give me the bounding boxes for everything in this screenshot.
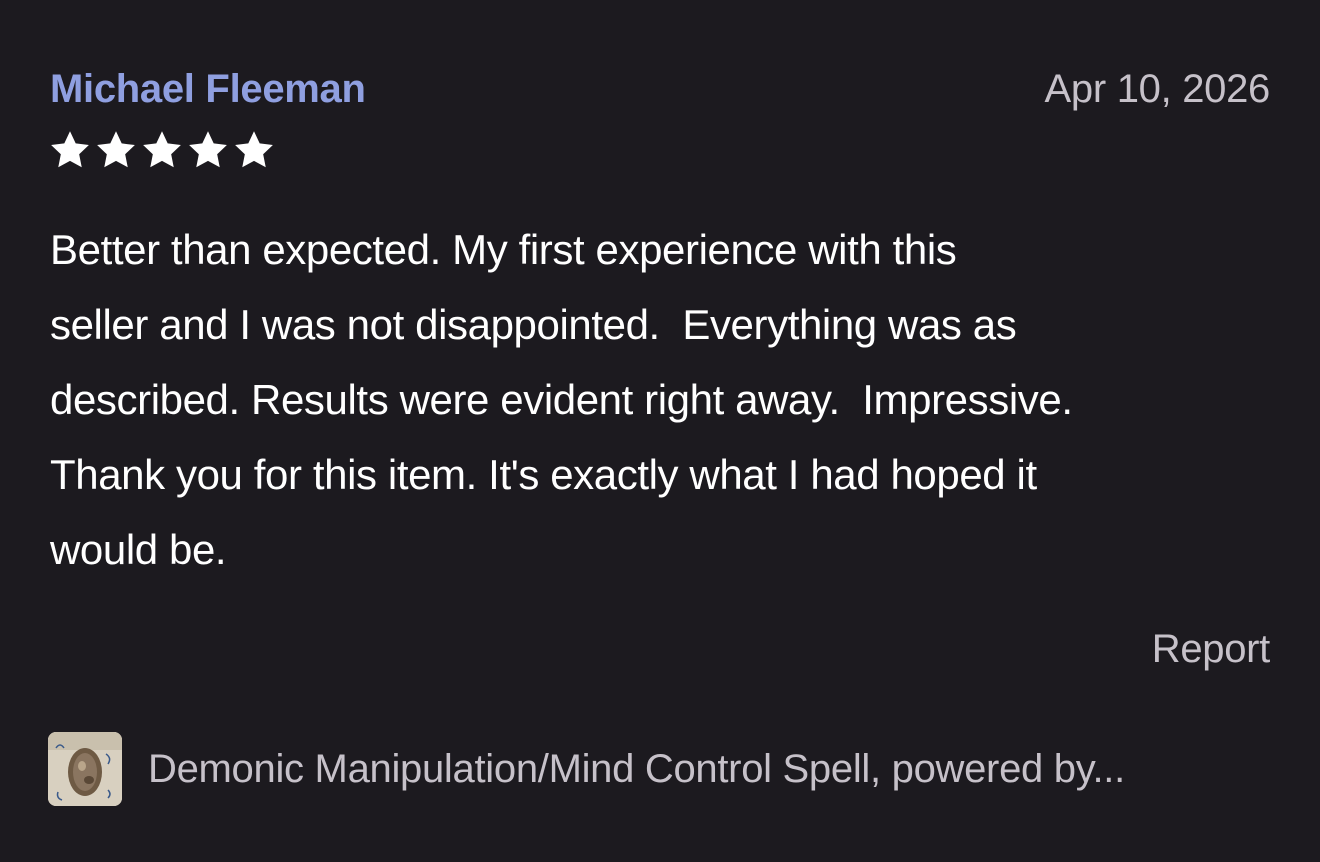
star-icon: [140, 128, 184, 172]
product-thumbnail[interactable]: [48, 732, 122, 806]
review-card: Michael Fleeman Apr 10, 2026 Better than…: [0, 0, 1320, 862]
reviewer-name-link[interactable]: Michael Fleeman: [50, 66, 366, 112]
product-link[interactable]: Demonic Manipulation/Mind Control Spell,…: [48, 732, 1125, 806]
product-title[interactable]: Demonic Manipulation/Mind Control Spell,…: [148, 746, 1125, 792]
report-button[interactable]: Report: [1152, 626, 1271, 672]
star-icon: [48, 128, 92, 172]
star-rating: [48, 128, 276, 172]
star-icon: [94, 128, 138, 172]
review-text: Better than expected. My first experienc…: [50, 226, 1073, 573]
review-date: Apr 10, 2026: [1044, 67, 1271, 111]
star-icon: [232, 128, 276, 172]
star-icon: [186, 128, 230, 172]
